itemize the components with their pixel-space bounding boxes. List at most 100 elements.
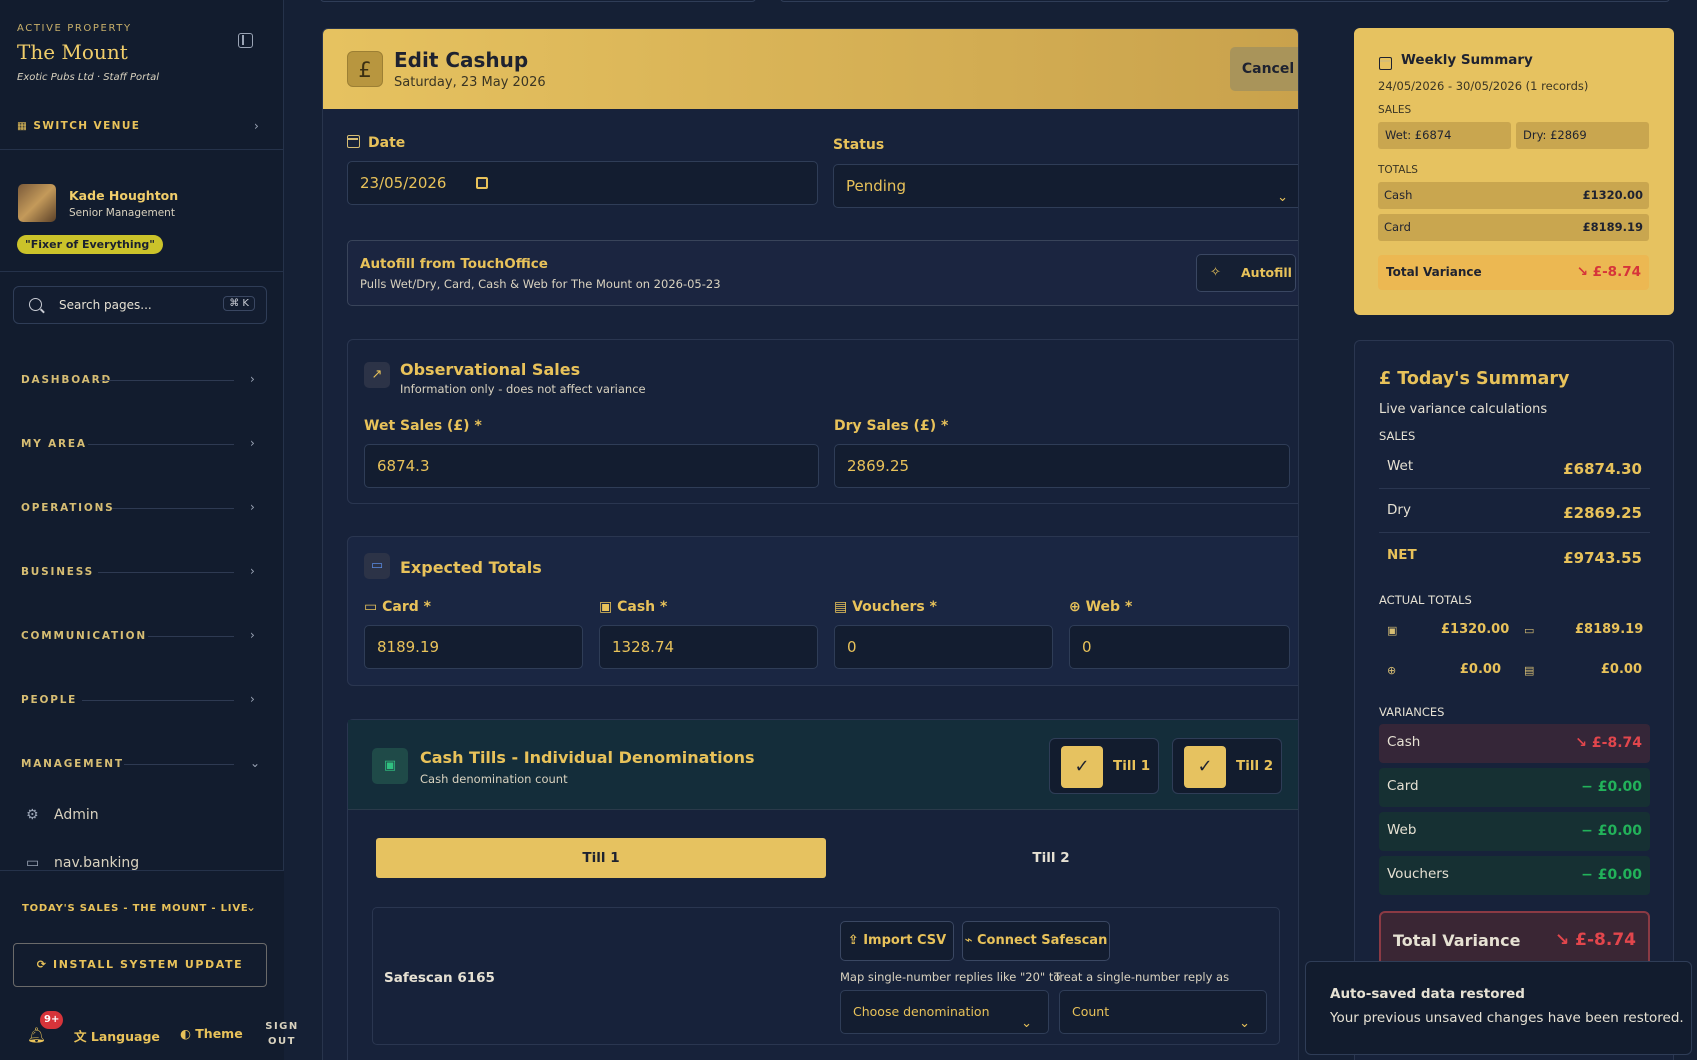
wet-sales-input[interactable]: 6874.3 — [364, 444, 819, 488]
safescan-panel: Safescan 6165 ⇪ Import CSV ⌁ Connect Saf… — [372, 907, 1280, 1045]
banknote-icon: ▣ — [599, 599, 618, 615]
denomination-select[interactable]: Choose denomination ⌄ — [840, 990, 1049, 1034]
refresh-icon: ⟳ — [36, 958, 53, 971]
nav-label: BUSINESS — [21, 566, 95, 578]
vouchers-label: ▤ Vouchers * — [834, 599, 937, 615]
language-icon: 文 — [74, 1029, 91, 1044]
upload-icon: ⇪ — [847, 933, 864, 948]
card-header: £ Edit Cashup Saturday, 23 May 2026 — [323, 29, 1298, 109]
edit-cashup-card: £ Edit Cashup Saturday, 23 May 2026 Canc… — [322, 28, 1299, 1060]
nav-section-people[interactable]: PEOPLE › — [0, 682, 284, 718]
divider — [82, 700, 234, 701]
chevron-down-icon: ⌄ — [1021, 1016, 1032, 1031]
sales-label: SALES — [1379, 429, 1416, 443]
todays-summary-title: £ Today's Summary — [1379, 369, 1570, 389]
card-icon: ▭ — [1524, 624, 1535, 637]
till-1-toggle[interactable]: ✓ Till 1 — [1049, 738, 1159, 794]
section-subtitle: Cash denomination count — [420, 772, 568, 786]
search-input[interactable]: Search pages... ⌘ K — [13, 286, 267, 324]
import-csv-button[interactable]: ⇪ Import CSV — [840, 921, 954, 961]
divider — [100, 380, 234, 381]
top-card-edge — [780, 0, 1670, 2]
actual-cash-value: £1320.00 — [1441, 622, 1510, 637]
actual-card-value: £8189.19 — [1575, 622, 1644, 637]
divider — [88, 444, 234, 445]
weekly-card-row: Card £8189.19 — [1378, 214, 1649, 241]
switch-venue-button[interactable]: ▦ SWITCH VENUE — [17, 120, 140, 132]
actual-vouchers-value: £0.00 — [1600, 662, 1642, 677]
chevron-right-icon: › — [254, 119, 259, 133]
cash-tills-section: ▣ Cash Tills - Individual Denominations … — [347, 719, 1298, 1060]
active-property-label: ACTIVE PROPERTY — [17, 23, 132, 34]
check-icon: ✓ — [1061, 746, 1103, 788]
wet-row: Wet £6874.30 — [1379, 445, 1650, 489]
todays-summary-subtitle: Live variance calculations — [1379, 402, 1548, 417]
nav-section-communication[interactable]: COMMUNICATION › — [0, 618, 284, 654]
connect-safescan-button[interactable]: ⌁ Connect Safescan — [962, 921, 1110, 961]
palette-icon: ◐ — [180, 1026, 196, 1041]
nav-section-operations[interactable]: OPERATIONS › — [0, 490, 284, 526]
install-update-button[interactable]: ⟳ INSTALL SYSTEM UPDATE — [13, 943, 267, 987]
card-input[interactable]: 8189.19 — [364, 625, 583, 669]
globe-icon: ⊕ — [1069, 599, 1086, 615]
receipt-icon: ▤ — [834, 599, 853, 615]
language-button[interactable]: 文 Language — [74, 1026, 160, 1045]
notification-badge: 9+ — [40, 1011, 64, 1029]
nav-label: MY AREA — [21, 438, 87, 450]
bell-icon[interactable]: 🔔︎ — [27, 1026, 46, 1044]
search-icon — [29, 298, 42, 311]
user-role: Senior Management — [69, 207, 175, 219]
chevron-right-icon: › — [250, 436, 255, 450]
dry-sales-input[interactable]: 2869.25 — [834, 444, 1290, 488]
date-input[interactable]: 23/05/2026 — [347, 161, 818, 205]
tab-till-2[interactable]: Till 2 — [826, 838, 1276, 878]
nav-section-my-area[interactable]: MY AREA › — [0, 426, 284, 462]
nav-section-business[interactable]: BUSINESS › — [0, 554, 284, 590]
vouchers-input[interactable]: 0 — [834, 625, 1053, 669]
divider — [148, 636, 234, 637]
autofill-button[interactable]: ✧ Autofill — [1196, 254, 1296, 292]
chevron-right-icon: › — [250, 372, 255, 386]
autofill-panel: Autofill from TouchOffice Pulls Wet/Dry,… — [347, 240, 1298, 306]
section-title: Observational Sales — [400, 360, 581, 379]
nav-section-management[interactable]: MANAGEMENT ⌄ — [0, 746, 284, 782]
weekly-totals-label: TOTALS — [1378, 164, 1418, 176]
weekly-wet-chip: Wet: £6874 — [1378, 122, 1511, 149]
reply-type-select[interactable]: Count ⌄ — [1059, 990, 1267, 1034]
chevron-down-icon: ⌄ — [1239, 1016, 1250, 1031]
user-profile[interactable]: Kade Houghton Senior Management "Fixer o… — [0, 168, 284, 272]
weekly-title: Weekly Summary — [1401, 52, 1533, 68]
toast-notification[interactable]: Auto-saved data restored Your previous u… — [1305, 961, 1692, 1055]
venue-name: The Mount — [17, 40, 128, 64]
calendar-picker-icon[interactable] — [476, 177, 488, 189]
observational-sales-section: ↗ Observational Sales Information only -… — [347, 339, 1298, 504]
status-label: Status — [833, 137, 885, 153]
venue-subtitle: Exotic Pubs Ltd · Staff Portal — [17, 72, 160, 83]
nav-section-dashboard[interactable]: DASHBOARD › — [0, 362, 284, 398]
tab-till-1[interactable]: Till 1 — [376, 838, 826, 878]
till-2-toggle[interactable]: ✓ Till 2 — [1172, 738, 1282, 794]
sign-out-button[interactable]: SIGN OUT — [265, 1019, 299, 1049]
card-icon: ▭ — [364, 599, 383, 615]
theme-button[interactable]: ◐ Theme — [180, 1026, 243, 1041]
total-variance: Total Variance ↘ £-8.74 — [1379, 911, 1650, 967]
card-icon: ▭ — [26, 855, 40, 871]
weekly-sales-label: SALES — [1378, 104, 1412, 116]
today-sales-toggle[interactable]: TODAY'S SALES - THE MOUNT - LIVE — [22, 903, 249, 914]
weekly-cash-row: Cash £1320.00 — [1378, 182, 1649, 209]
banknote-icon: ▣ — [1387, 624, 1398, 637]
cancel-button[interactable]: Cancel — [1230, 47, 1298, 91]
till-toggle-label: Till 1 — [1113, 758, 1151, 774]
expected-totals-section: ▭ Expected Totals ▭ Card * 8189.19 ▣ Cas… — [347, 536, 1298, 686]
cash-input[interactable]: 1328.74 — [599, 625, 818, 669]
sidebar-item-admin[interactable]: ⚙ Admin — [26, 805, 266, 827]
web-input[interactable]: 0 — [1069, 625, 1290, 669]
nav-label: MANAGEMENT — [21, 758, 124, 770]
actual-totals-label: ACTUAL TOTALS — [1379, 593, 1472, 607]
sidebar-collapse-icon[interactable] — [238, 33, 253, 48]
date-label: Date — [347, 135, 405, 151]
dry-sales-label: Dry Sales (£) * — [834, 418, 949, 434]
magic-wand-icon: ✧ — [1210, 265, 1221, 280]
variance-row-card: Card − £0.00 — [1379, 768, 1650, 807]
status-select[interactable]: Pending ⌄ — [833, 164, 1298, 208]
